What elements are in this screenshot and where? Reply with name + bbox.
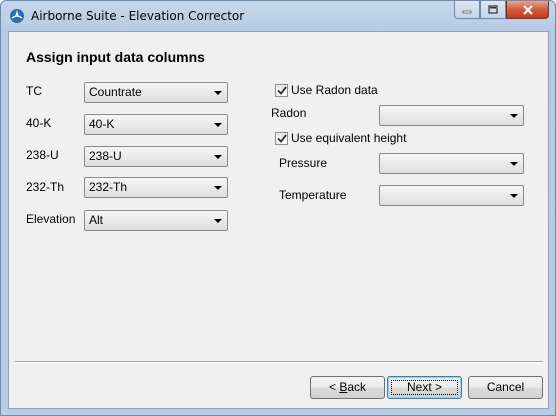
- maximize-icon: [488, 5, 498, 14]
- window-controls: [454, 1, 549, 21]
- page-title: Assign input data columns: [26, 49, 205, 65]
- use-equivalent-height-checkbox-box[interactable]: [275, 131, 288, 145]
- u238-label: 238-U: [26, 148, 59, 162]
- elevation-select-value: Alt: [89, 213, 104, 227]
- next-button[interactable]: Next >: [387, 376, 462, 399]
- pressure-label: Pressure: [279, 156, 328, 170]
- use-equivalent-height-label: Use equivalent height: [291, 131, 407, 145]
- focus-rectangle: [391, 380, 458, 395]
- checkmark-icon: [276, 85, 287, 95]
- cancel-button-label: Cancel: [486, 380, 525, 394]
- chevron-down-icon: [510, 114, 518, 118]
- chevron-down-icon: [510, 194, 518, 198]
- maximize-button[interactable]: [480, 1, 506, 19]
- chevron-down-icon: [214, 91, 222, 95]
- radon-select[interactable]: [379, 105, 524, 126]
- chevron-down-icon: [214, 219, 222, 223]
- close-button[interactable]: [506, 1, 549, 19]
- back-button-rest: ack: [347, 380, 367, 394]
- chevron-down-icon: [214, 186, 222, 190]
- u238-select-value: 238-U: [89, 149, 122, 163]
- u238-select[interactable]: 238-U: [84, 146, 228, 167]
- temperature-select[interactable]: [379, 185, 524, 206]
- use-radon-label: Use Radon data: [291, 83, 378, 97]
- minimize-icon: [462, 10, 472, 13]
- close-icon: [522, 4, 533, 15]
- footer-divider: [15, 361, 543, 363]
- use-radon-checkbox[interactable]: Use Radon data: [275, 83, 378, 97]
- window-title: Airborne Suite - Elevation Corrector: [31, 9, 245, 23]
- back-button-prefix: <: [328, 380, 340, 394]
- th232-select-value: 232-Th: [89, 180, 128, 194]
- dialog-body: Assign input data columns TC Countrate 4…: [8, 31, 549, 409]
- airborne-suite-app-icon: [10, 9, 24, 23]
- tc-select-value: Countrate: [89, 85, 142, 99]
- th232-select[interactable]: 232-Th: [84, 177, 228, 198]
- k40-label: 40-K: [26, 116, 52, 130]
- chevron-down-icon: [214, 155, 222, 159]
- elevation-select[interactable]: Alt: [84, 210, 228, 231]
- cancel-button[interactable]: Cancel: [468, 376, 543, 399]
- chevron-down-icon: [510, 162, 518, 166]
- back-button[interactable]: < Back: [310, 376, 385, 399]
- k40-select[interactable]: 40-K: [84, 114, 228, 135]
- temperature-label: Temperature: [279, 188, 347, 202]
- checkmark-icon: [276, 133, 287, 143]
- title-bar[interactable]: Airborne Suite - Elevation Corrector: [1, 1, 555, 31]
- chevron-down-icon: [214, 123, 222, 127]
- k40-select-value: 40-K: [89, 117, 115, 131]
- minimize-button[interactable]: [454, 1, 480, 19]
- th232-label: 232-Th: [26, 180, 65, 194]
- tc-label: TC: [26, 84, 42, 98]
- radon-label: Radon: [271, 106, 307, 120]
- dialog-window: Airborne Suite - Elevation Corrector Ass…: [0, 0, 556, 416]
- use-equivalent-height-checkbox[interactable]: Use equivalent height: [275, 131, 406, 145]
- pressure-select[interactable]: [379, 153, 524, 174]
- elevation-label: Elevation: [26, 212, 76, 226]
- use-radon-checkbox-box[interactable]: [275, 83, 288, 97]
- tc-select[interactable]: Countrate: [84, 82, 228, 103]
